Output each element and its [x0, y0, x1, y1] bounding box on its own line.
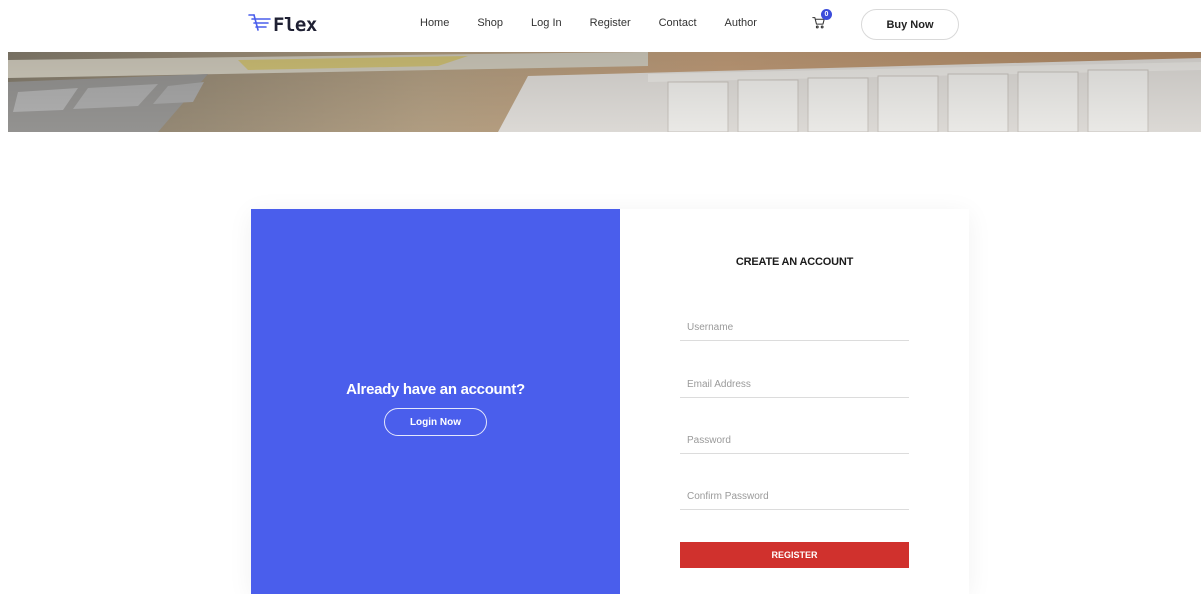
cart-button[interactable]: 0	[812, 9, 832, 30]
email-input[interactable]	[680, 372, 909, 398]
login-promo-title: Already have an account?	[346, 381, 525, 398]
register-form-panel: CREATE AN ACCOUNT REGISTER	[620, 209, 969, 594]
nav-contact[interactable]: Contact	[659, 17, 697, 29]
login-promo-panel: Already have an account? Login Now	[251, 209, 620, 594]
brand-logo[interactable]: Flex	[248, 12, 317, 37]
hero-banner-image	[8, 52, 1201, 132]
login-now-button[interactable]: Login Now	[384, 408, 487, 436]
password-input[interactable]	[680, 428, 909, 454]
username-input[interactable]	[680, 315, 909, 341]
site-header: Flex Home Shop Log In Register Contact A…	[0, 0, 1201, 52]
buy-now-button[interactable]: Buy Now	[861, 9, 959, 40]
main-nav: Home Shop Log In Register Contact Author	[420, 17, 785, 29]
form-title: CREATE AN ACCOUNT	[735, 256, 854, 268]
nav-shop[interactable]: Shop	[477, 17, 503, 29]
confirm-password-input[interactable]	[680, 484, 909, 510]
cart-count-badge: 0	[821, 9, 832, 20]
nav-login[interactable]: Log In	[531, 17, 562, 29]
nav-register[interactable]: Register	[590, 17, 631, 29]
brand-name: Flex	[273, 13, 317, 36]
nav-author[interactable]: Author	[725, 17, 757, 29]
account-card: Already have an account? Login Now CREAT…	[251, 209, 969, 594]
nav-home[interactable]: Home	[420, 17, 449, 29]
cart-logo-icon	[248, 12, 272, 37]
register-button[interactable]: REGISTER	[680, 542, 909, 568]
